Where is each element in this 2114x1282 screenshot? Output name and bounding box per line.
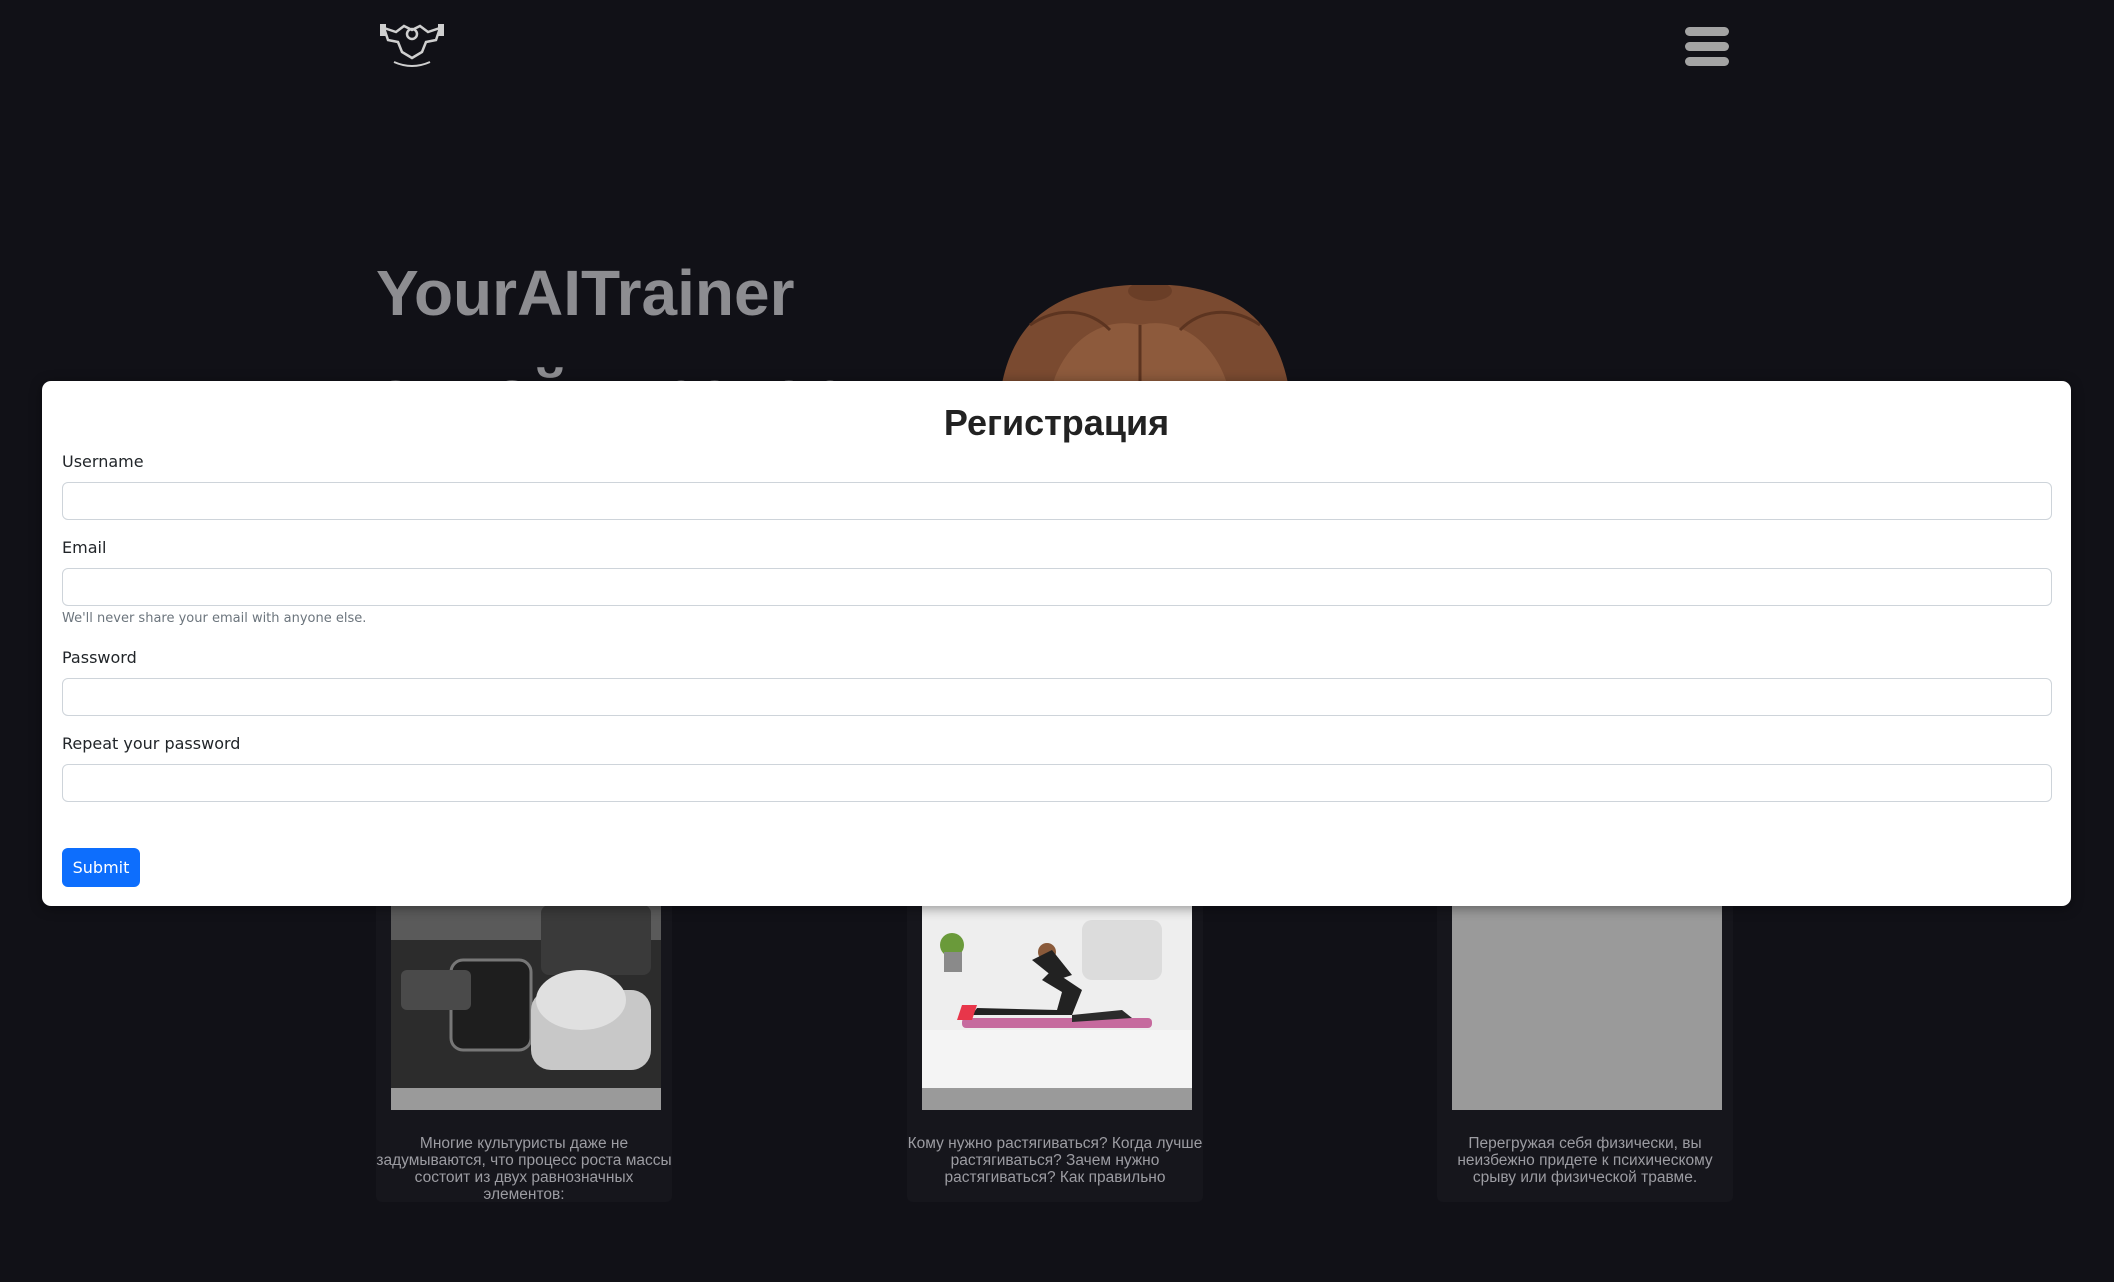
password-label: Password — [62, 648, 137, 667]
hamburger-menu-bar — [1685, 42, 1729, 51]
hamburger-menu-icon — [1685, 27, 1729, 36]
article-card[interactable]: Многие культуристы даже не задумываются,… — [376, 880, 672, 1203]
hero-title-line1: YourAITrainer — [376, 257, 795, 329]
registration-modal: Регистрация Username Email We'll never s… — [42, 381, 2071, 906]
article-card-text: Многие культуристы даже не задумываются,… — [376, 1135, 672, 1203]
article-card[interactable]: Кому нужно растягиваться? Когда лучше ра… — [907, 880, 1203, 1202]
hamburger-menu-button[interactable] — [1685, 27, 1731, 73]
repeat-password-label: Repeat your password — [62, 734, 241, 753]
submit-button[interactable]: Submit — [62, 848, 140, 887]
dumbbell-workout-image — [391, 880, 661, 1110]
placeholder-image — [1452, 880, 1722, 1110]
repeat-password-input[interactable] — [62, 764, 2052, 802]
article-card[interactable]: Перегружая себя физически, вы неизбежно … — [1437, 880, 1733, 1202]
bodybuilder-logo-icon — [380, 24, 444, 67]
email-input[interactable] — [62, 568, 2052, 606]
hero-bodybuilder-image — [990, 281, 1300, 395]
hamburger-menu-bar — [1685, 57, 1729, 66]
email-label: Email — [62, 538, 107, 557]
username-label: Username — [62, 452, 144, 471]
email-help-text: We'll never share your email with anyone… — [62, 611, 367, 626]
article-card-text: Кому нужно растягиваться? Когда лучше ра… — [907, 1135, 1203, 1186]
password-input[interactable] — [62, 678, 2052, 716]
article-card-text: Перегружая себя физически, вы неизбежно … — [1457, 1135, 1713, 1186]
modal-title: Регистрация — [943, 402, 1170, 443]
username-input[interactable] — [62, 482, 2052, 520]
stretching-image — [922, 880, 1192, 1110]
logo[interactable] — [376, 18, 448, 74]
